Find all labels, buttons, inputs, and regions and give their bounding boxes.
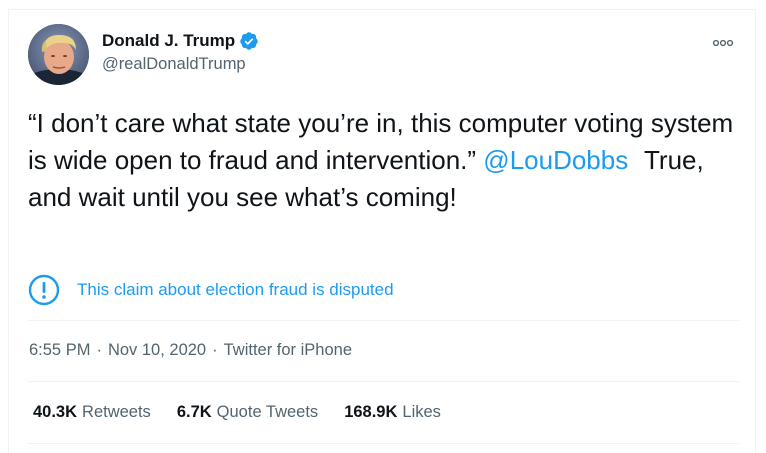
mention-link[interactable]: @LouDobbs (483, 145, 628, 175)
tweet-card: Donald J. Trump @realDonaldTrump “I don’… (8, 9, 756, 453)
divider (28, 443, 739, 444)
tweet-source[interactable]: Twitter for iPhone (224, 341, 352, 360)
meta-separator: · (96, 341, 102, 359)
likes-count: 168.9K (344, 403, 398, 421)
avatar[interactable] (28, 24, 89, 85)
retweets-count: 40.3K (33, 403, 78, 421)
tweet-date[interactable]: Nov 10, 2020 (108, 341, 206, 360)
retweets-stat[interactable]: 40.3K Retweets (33, 403, 151, 422)
avatar-image (28, 24, 89, 85)
verified-badge-icon (239, 31, 259, 51)
tweet-text: “I don’t care what state you’re in, this… (28, 105, 740, 216)
author-name-row[interactable]: Donald J. Trump (102, 30, 259, 52)
divider (28, 381, 739, 382)
quote-tweets-stat[interactable]: 6.7K Quote Tweets (177, 403, 318, 422)
quote-tweets-label: Quote Tweets (216, 403, 319, 421)
meta-separator: · (212, 341, 218, 359)
tweet-stats: 40.3K Retweets 6.7K Quote Tweets 168.9K … (33, 403, 467, 422)
tweet-time[interactable]: 6:55 PM (29, 341, 90, 360)
author-handle[interactable]: @realDonaldTrump (102, 55, 246, 74)
exclamation-circle-icon (28, 274, 60, 306)
tweet-meta: 6:55 PM · Nov 10, 2020 · Twitter for iPh… (29, 341, 352, 360)
likes-stat[interactable]: 168.9K Likes (344, 403, 441, 422)
more-dots-icon[interactable] (712, 35, 734, 49)
retweets-label: Retweets (82, 403, 151, 421)
disputed-claim-text[interactable]: This claim about election fraud is dispu… (77, 280, 394, 300)
disputed-claim-notice[interactable]: This claim about election fraud is dispu… (28, 274, 394, 306)
author-name[interactable]: Donald J. Trump (102, 31, 235, 51)
likes-label: Likes (402, 403, 441, 421)
quote-tweets-count: 6.7K (176, 403, 212, 421)
divider (28, 320, 739, 321)
